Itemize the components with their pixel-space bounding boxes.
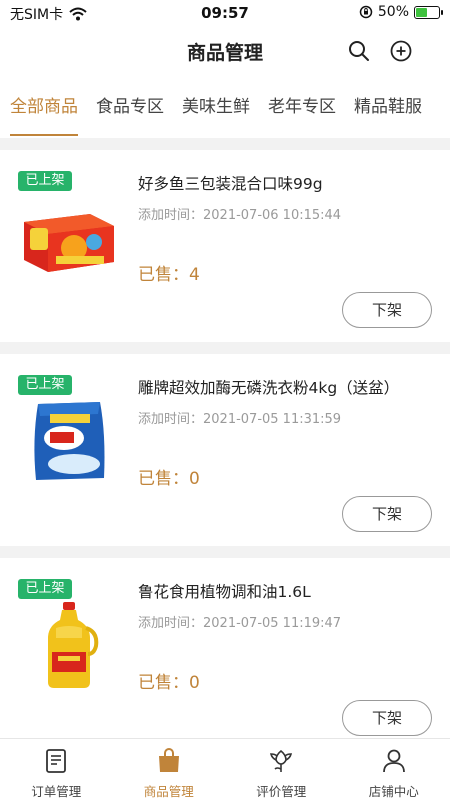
status-bar: 无SIM卡 09:57 50% [0,0,450,26]
product-list: 已上架 好多鱼三包装混合口味99g 添加时间：2021-07-06 10:15:… [0,150,450,762]
product-added-time: 添加时间：2021-07-06 10:15:44 [138,208,342,223]
bottom-tab-products[interactable]: 商品管理 [113,739,226,800]
unlist-button[interactable]: 下架 [342,496,432,532]
product-card[interactable]: 已上架 鲁花食用植物调和油1.6L 添加时间：2021-07-05 11:19:… [0,558,450,750]
product-image-snack-box [24,214,114,272]
flower-icon [270,749,293,772]
user-icon [382,749,405,773]
orientation-lock-icon [359,5,373,19]
bottom-tab-bar: 订单管理 商品管理 评价管理 店铺中心 [0,738,450,800]
nav-bar: 商品管理 [0,26,450,78]
product-name: 鲁花食用植物调和油1.6L [138,583,311,601]
bottom-tab-label: 订单管理 [31,784,82,799]
bottom-tab-shop[interactable]: 店铺中心 [338,739,450,800]
product-added-time: 添加时间：2021-07-05 11:31:59 [138,412,342,427]
add-circle-icon[interactable] [389,39,413,63]
product-card[interactable]: 已上架 雕牌超效加酶无磷洗衣粉4kg（送盆） 添加时间：2021-07-05 1… [0,354,450,546]
bottom-tab-label: 商品管理 [143,784,194,799]
status-badge: 已上架 [18,579,72,599]
battery-icon [414,5,443,19]
unlist-button[interactable]: 下架 [342,700,432,736]
product-card[interactable]: 已上架 好多鱼三包装混合口味99g 添加时间：2021-07-06 10:15:… [0,150,450,342]
shopping-bag-icon [158,748,179,772]
bottom-tab-label: 店铺中心 [368,784,419,799]
status-right: 50% [359,4,443,20]
status-badge: 已上架 [18,375,72,395]
product-name: 好多鱼三包装混合口味99g [138,175,323,193]
product-sold-count: 已售：4 [138,265,200,285]
category-tabs: 全部商品 食品专区 美味生鲜 老年专区 精品鞋服 [0,78,450,138]
product-name: 雕牌超效加酶无磷洗衣粉4kg（送盆） [138,379,400,397]
battery-fill [416,7,427,17]
product-sold-count: 已售：0 [138,469,200,489]
bottom-tab-orders[interactable]: 订单管理 [0,739,113,800]
page-title: 商品管理 [186,42,263,64]
product-sold-count: 已售：0 [138,673,200,693]
bottom-tab-label: 评价管理 [256,784,307,799]
product-image-oil-bottle [48,602,99,688]
tab-all-products[interactable]: 全部商品 [0,78,87,138]
order-list-icon [46,749,67,773]
tab-elderly[interactable]: 老年专区 [259,78,345,138]
bottom-tab-reviews[interactable]: 评价管理 [225,739,338,800]
product-image-detergent [34,402,105,480]
unlist-button[interactable]: 下架 [342,292,432,328]
tab-shoes-clothing[interactable]: 精品鞋服 [345,78,431,138]
battery-percent: 50% [377,4,409,20]
status-badge: 已上架 [18,171,72,191]
search-icon[interactable] [347,39,371,63]
tab-fresh[interactable]: 美味生鲜 [173,78,259,138]
tab-food[interactable]: 食品专区 [87,78,173,138]
product-added-time: 添加时间：2021-07-05 11:19:47 [138,616,342,631]
